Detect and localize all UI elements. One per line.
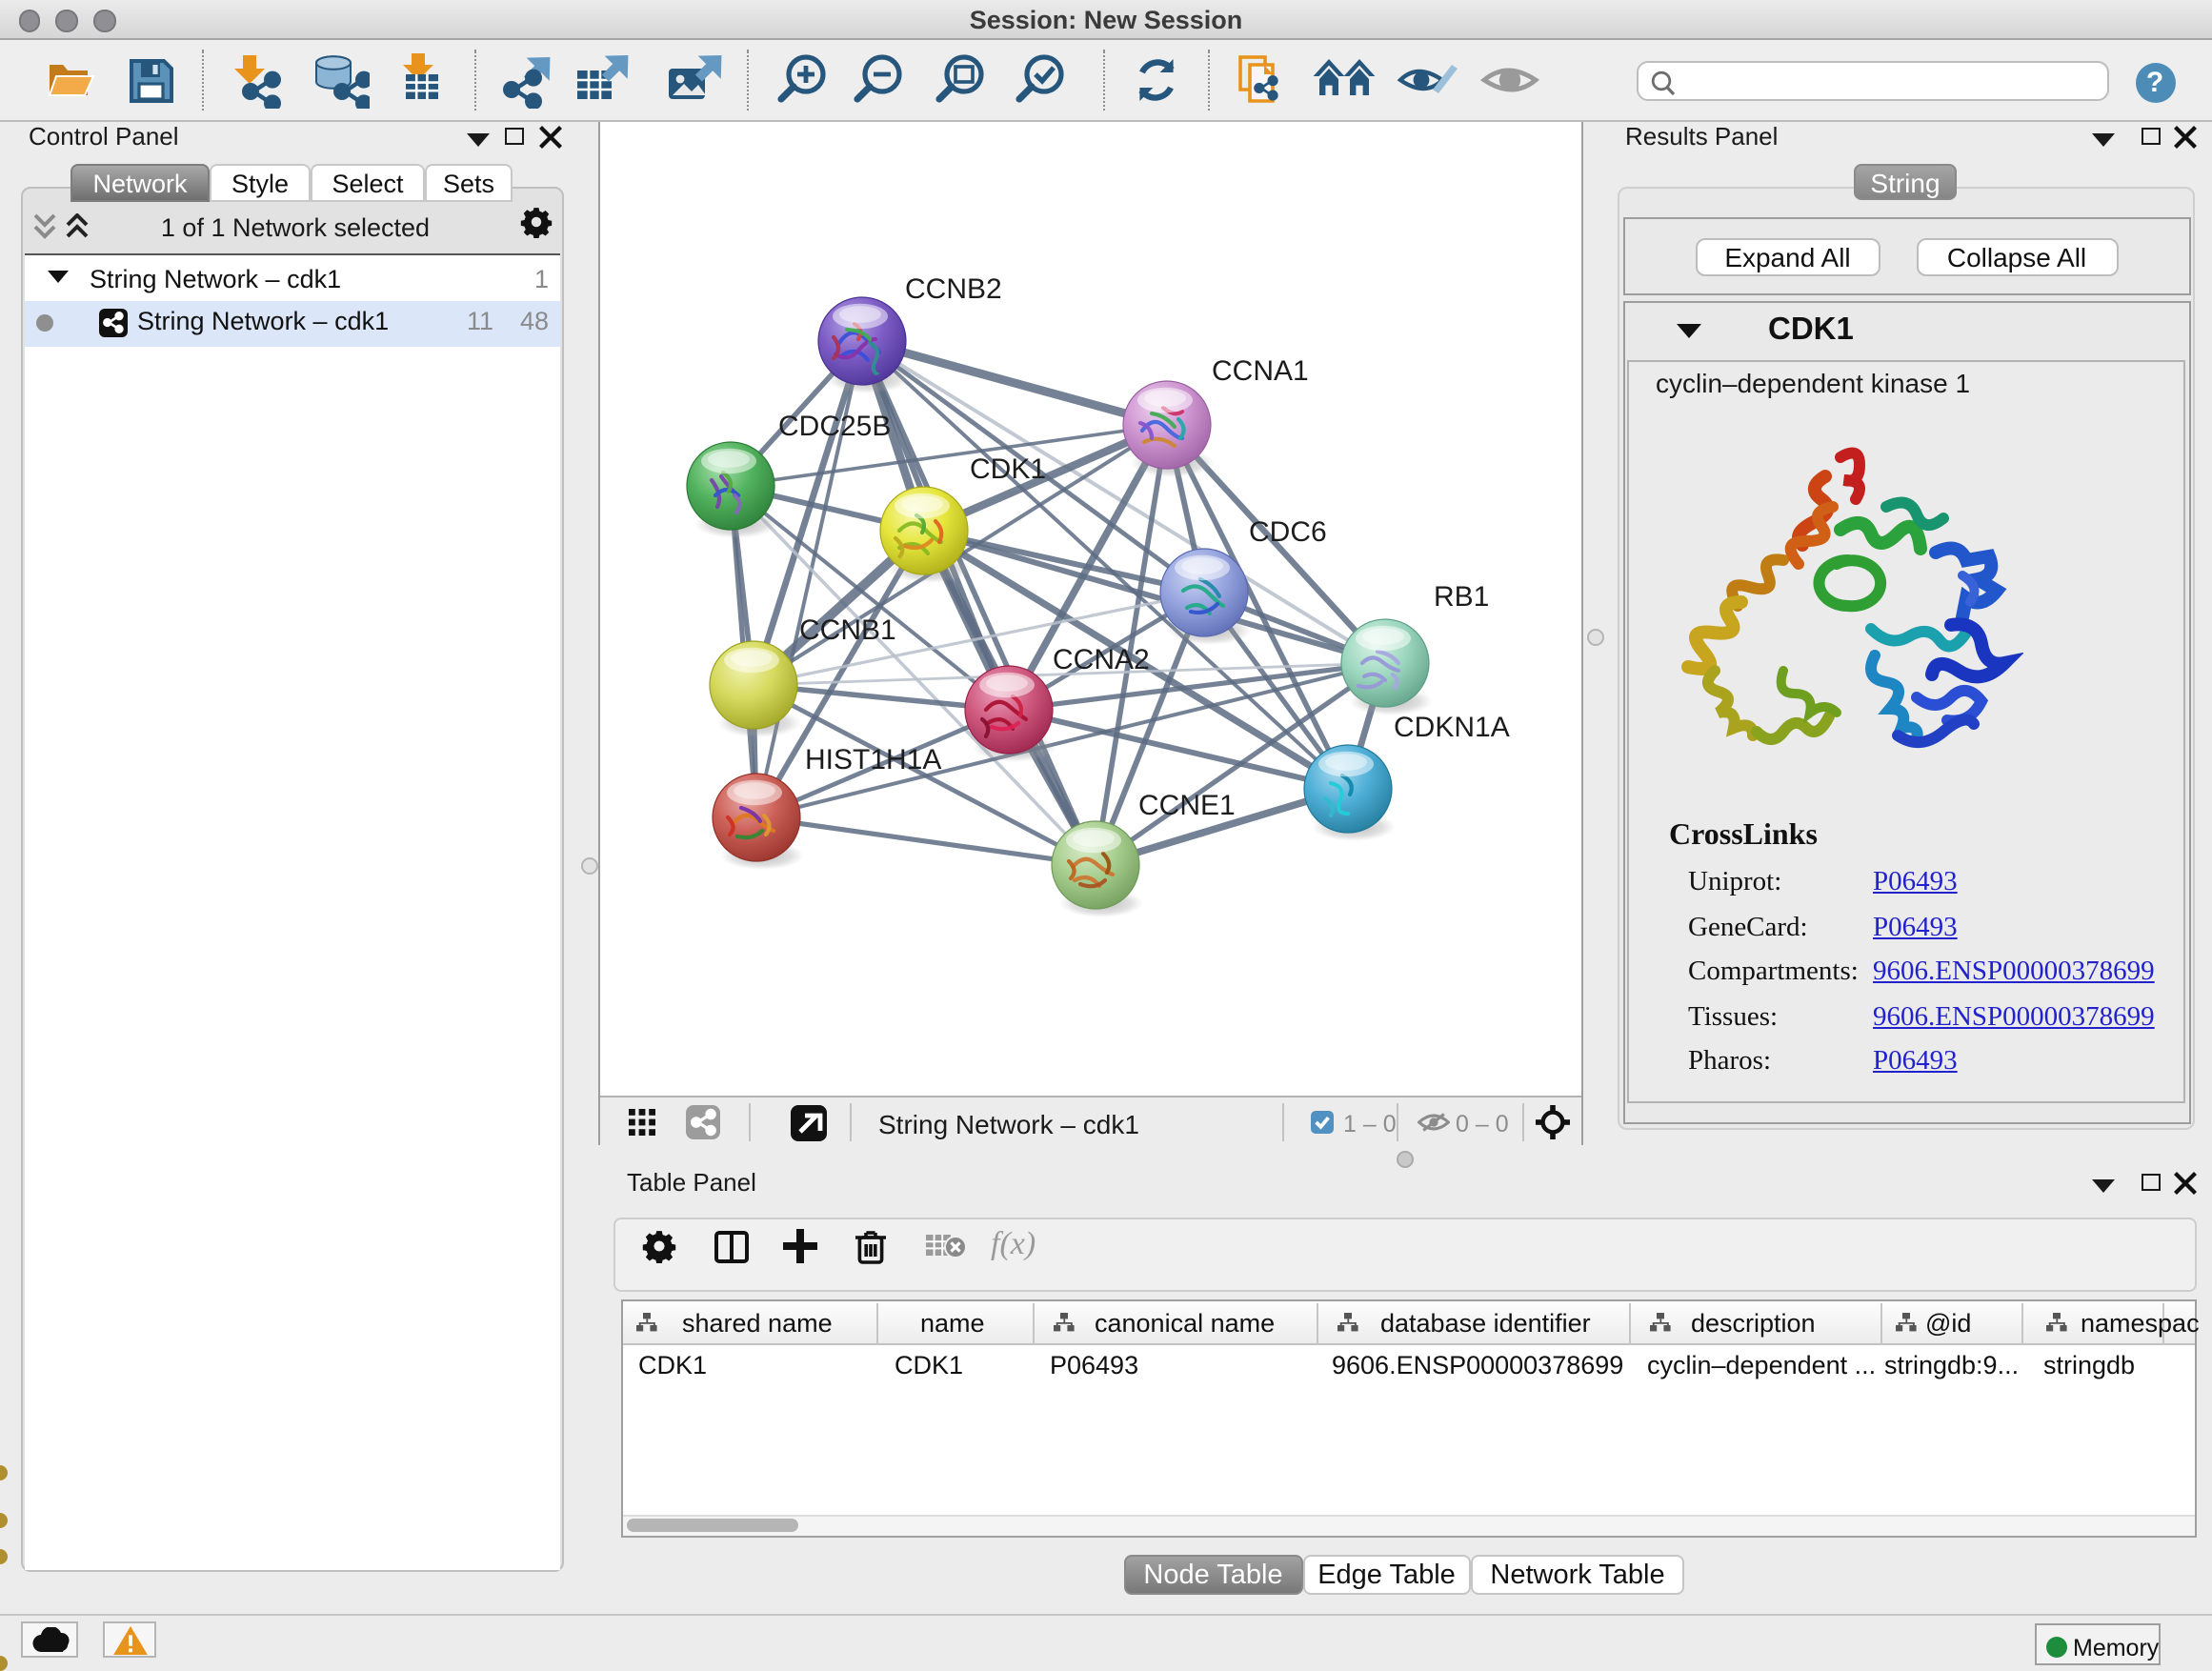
svg-text:HIST1H1A: HIST1H1A [805, 744, 941, 775]
svg-text:CDK1: CDK1 [970, 453, 1046, 485]
svg-text:CCNE1: CCNE1 [1138, 790, 1236, 821]
svg-text:CDC25B: CDC25B [778, 411, 891, 442]
svg-text:CCNA1: CCNA1 [1212, 355, 1309, 387]
svg-text:CDKN1A: CDKN1A [1394, 712, 1510, 743]
svg-text:CCNB2: CCNB2 [905, 273, 1002, 305]
svg-text:CCNB1: CCNB1 [799, 614, 896, 646]
svg-text:CDC6: CDC6 [1249, 516, 1327, 548]
svg-text:RB1: RB1 [1434, 581, 1489, 613]
svg-text:CCNA2: CCNA2 [1053, 644, 1150, 675]
